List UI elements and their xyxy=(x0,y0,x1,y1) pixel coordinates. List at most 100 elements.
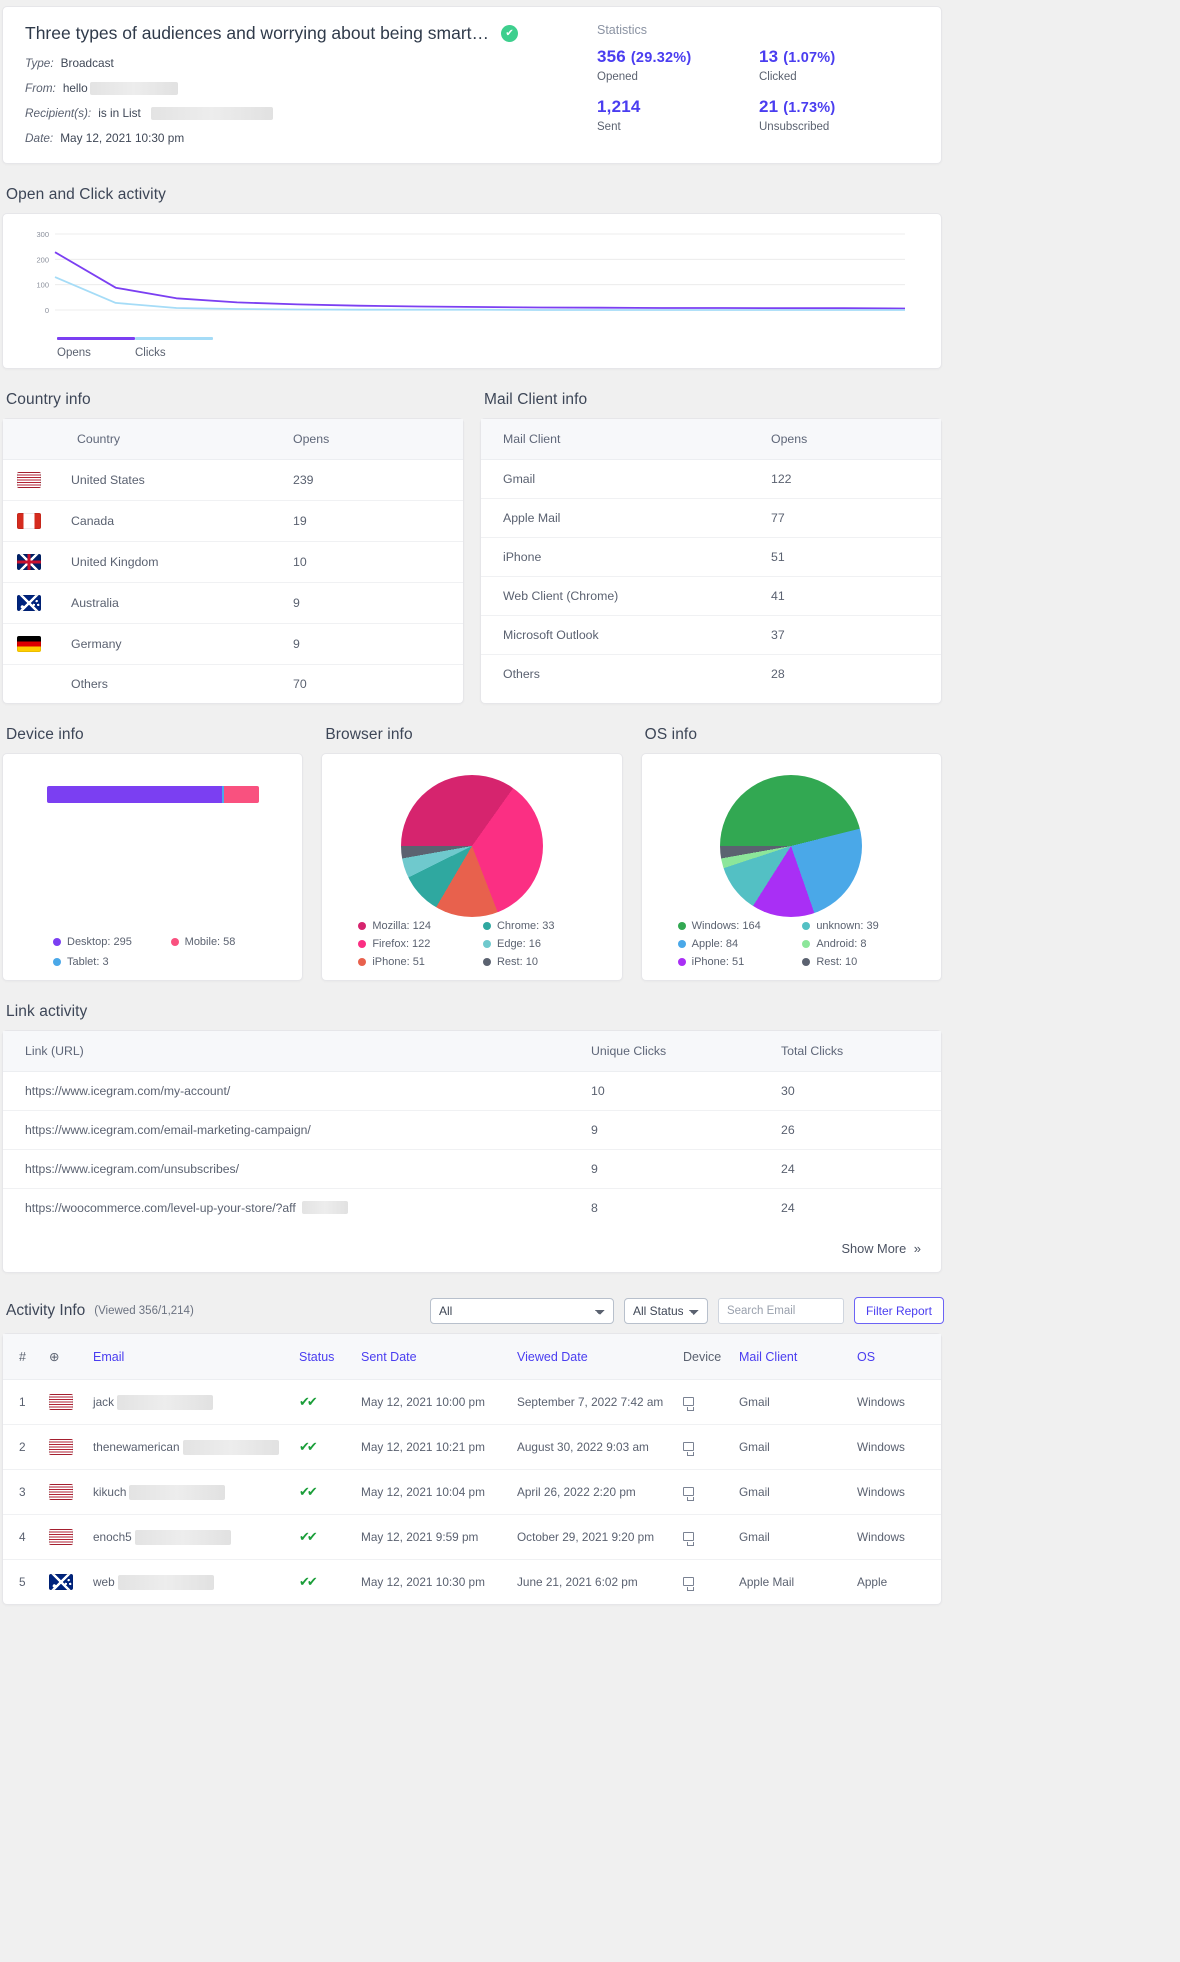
row-viewed-date: September 7, 2022 7:42 am xyxy=(509,1379,675,1425)
link-url[interactable]: https://www.icegram.com/unsubscribes/ xyxy=(3,1149,581,1189)
link-total-clicks: 24 xyxy=(781,1201,795,1215)
country-flag-cell xyxy=(3,459,67,501)
open-click-chart-card: 0 100 200 300 Opens Clicks xyxy=(2,213,942,369)
device-legend-item[interactable]: Desktop: 295 xyxy=(53,936,163,948)
row-country-flag xyxy=(41,1469,85,1515)
act-col-status[interactable]: Status xyxy=(291,1334,353,1380)
stat-clicked-caption: Clicked xyxy=(759,71,797,83)
link-url[interactable]: https://www.icegram.com/email-marketing-… xyxy=(3,1110,581,1150)
stat-unsub-caption: Unsubscribed xyxy=(759,121,830,133)
act-col-viewed[interactable]: Viewed Date xyxy=(509,1334,675,1380)
browser-info-title: Browser info xyxy=(325,726,413,743)
device-segment-desktop xyxy=(46,786,223,803)
act-col-email[interactable]: Email xyxy=(85,1334,291,1380)
mail-client-name: Microsoft Outlook xyxy=(481,615,761,655)
row-index: 4 xyxy=(3,1514,41,1560)
legend-item-opens[interactable]: Opens xyxy=(57,337,135,359)
table-row: 5 web ✔✔ May 12, 2021 10:30 pm June 21, 2021… xyxy=(3,1560,941,1605)
stat-unsubscribed: 21 (1.73%) Unsubscribed xyxy=(759,97,921,133)
browser-pie-chart xyxy=(400,775,543,917)
country-flag-cell xyxy=(3,541,67,583)
meta-recipients: Recipient(s): is in List xyxy=(25,106,585,120)
row-email: enoch5 xyxy=(85,1514,291,1560)
mail-client-info-card: Mail Client Opens Gmail 122 Apple Mail 77 iP… xyxy=(480,418,942,704)
table-row: https://woocommerce.com/level-up-your-st… xyxy=(3,1189,941,1228)
row-status: ✔✔ xyxy=(291,1424,353,1470)
device-stacked-bar xyxy=(46,786,259,803)
table-row: Australia 9 xyxy=(3,582,463,624)
act-col-sent[interactable]: Sent Date xyxy=(353,1334,509,1380)
table-row: Gmail 122 xyxy=(481,459,941,499)
mail-client-name: Gmail xyxy=(481,459,761,499)
show-more-button[interactable]: Show More » xyxy=(841,1241,921,1256)
country-opens: 9 xyxy=(283,623,463,665)
filter-all-select[interactable]: All xyxy=(429,1297,614,1324)
desktop-icon xyxy=(683,1577,694,1591)
browser-legend-item[interactable]: Mozilla: 124 xyxy=(358,920,475,932)
country-opens: 10 xyxy=(283,541,463,583)
recipients-label: Recipient(s): xyxy=(25,106,92,120)
browser-legend-item[interactable]: Chrome: 33 xyxy=(482,920,600,932)
legend-label-clicks: Clicks xyxy=(135,347,166,359)
legend-item-clicks[interactable]: Clicks xyxy=(135,337,213,359)
mail-client-table-body: Gmail 122 Apple Mail 77 iPhone 51 Web Client (… xyxy=(481,459,941,694)
row-mail-client: Gmail xyxy=(731,1514,849,1560)
row-email: jack xyxy=(85,1379,291,1425)
browser-legend-item[interactable]: Rest: 10 xyxy=(482,956,600,968)
os-legend-item[interactable]: Android: 8 xyxy=(802,938,919,950)
table-row: 3 kikuch ✔✔ May 12, 2021 10:04 pm April 26, … xyxy=(3,1469,941,1515)
act-col-mail-client[interactable]: Mail Client xyxy=(731,1334,849,1380)
link-col-unique: Unique Clicks xyxy=(581,1031,771,1072)
os-legend-item[interactable]: unknown: 39 xyxy=(802,920,919,932)
row-sent-date: May 12, 2021 9:59 pm xyxy=(353,1514,509,1560)
stat-unsub-value: 21 xyxy=(759,97,779,116)
legend-color-dot xyxy=(482,958,491,966)
act-col-os[interactable]: OS xyxy=(849,1334,941,1380)
device-segment-mobile xyxy=(224,786,259,803)
os-legend-item[interactable]: iPhone: 51 xyxy=(677,956,795,968)
os-legend-item[interactable]: Windows: 164 xyxy=(677,920,795,932)
link-url[interactable]: https://woocommerce.com/level-up-your-st… xyxy=(3,1189,581,1228)
device-legend-item[interactable]: Tablet: 3 xyxy=(53,956,163,968)
double-check-icon: ✔✔ xyxy=(299,1439,318,1454)
filter-status-select[interactable]: All Status xyxy=(623,1297,708,1324)
campaign-summary-card: Three types of audiences and worrying ab… xyxy=(2,6,942,164)
legend-label: Desktop: 295 xyxy=(67,936,132,948)
row-email: web xyxy=(85,1560,291,1605)
os-legend-item[interactable]: Apple: 84 xyxy=(677,938,795,950)
browser-legend-item[interactable]: Firefox: 122 xyxy=(358,938,475,950)
table-row: United Kingdom 10 xyxy=(3,541,463,583)
legend-label: Edge: 16 xyxy=(496,938,542,950)
search-email-input[interactable] xyxy=(717,1297,844,1324)
table-row: Others 28 xyxy=(481,655,941,694)
link-activity-title: Link activity xyxy=(6,1003,88,1020)
link-url[interactable]: https://www.icegram.com/my-account/ xyxy=(3,1071,581,1111)
report-page: Three types of audiences and worrying ab… xyxy=(0,0,944,1605)
country-col-flag xyxy=(3,419,67,460)
device-info-card: Desktop: 295 Mobile: 58 Tablet: 3 xyxy=(2,753,304,981)
desktop-icon xyxy=(683,1487,694,1501)
browser-legend-item[interactable]: iPhone: 51 xyxy=(358,956,475,968)
chevron-double-right-icon: » xyxy=(913,1241,921,1256)
row-viewed-date: April 26, 2022 2:20 pm xyxy=(509,1469,675,1515)
filter-report-button[interactable]: Filter Report xyxy=(853,1297,944,1324)
legend-color-dot xyxy=(53,938,61,946)
device-legend-item[interactable]: Mobile: 58 xyxy=(170,936,281,948)
os-legend: Windows: 164 unknown: 39 Apple: 84 Android:… xyxy=(656,920,927,970)
legend-color-dot xyxy=(170,938,179,946)
row-country-flag xyxy=(41,1560,85,1605)
row-os: Windows xyxy=(849,1379,941,1425)
flag-us-icon xyxy=(49,1394,73,1410)
legend-color-dot xyxy=(677,922,686,930)
country-col-opens: Opens xyxy=(283,419,463,460)
redacted-from xyxy=(89,81,178,95)
show-more-row: Show More » xyxy=(3,1227,941,1272)
double-check-icon: ✔✔ xyxy=(299,1529,318,1544)
redacted-list xyxy=(150,106,273,120)
row-sent-date: May 12, 2021 10:00 pm xyxy=(353,1379,509,1425)
browser-legend-item[interactable]: Edge: 16 xyxy=(482,938,600,950)
stat-clicked-value: 13 xyxy=(759,47,779,66)
table-row: 2 thenewamerican ✔✔ May 12, 2021 10:21 pm Au… xyxy=(3,1424,941,1470)
os-legend-item[interactable]: Rest: 10 xyxy=(802,956,919,968)
link-total-clicks: 26 xyxy=(771,1110,941,1150)
